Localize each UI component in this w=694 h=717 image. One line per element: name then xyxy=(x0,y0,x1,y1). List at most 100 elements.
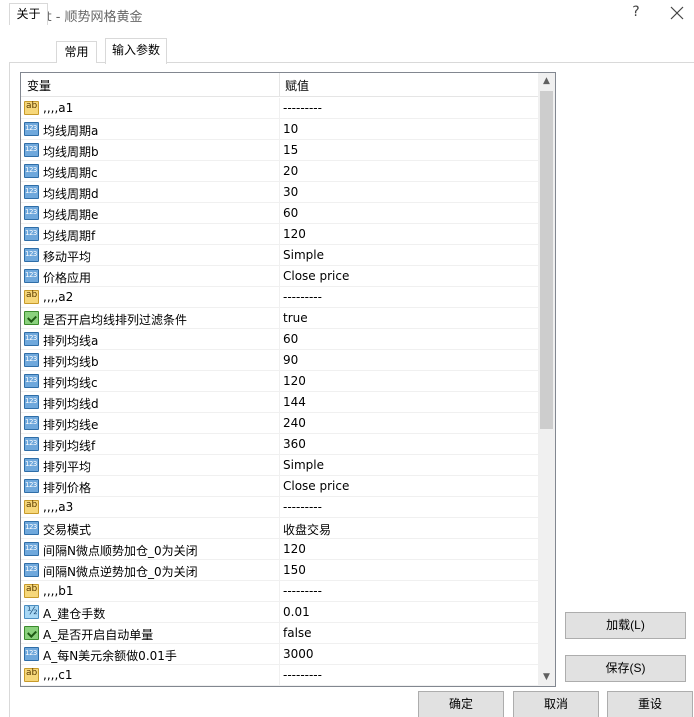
tab-about[interactable]: 关于 xyxy=(9,3,48,25)
scroll-up-arrow-icon[interactable]: ▲ xyxy=(538,73,555,90)
table-row[interactable]: 均线周期f 120 xyxy=(21,224,538,245)
boolean-type-icon xyxy=(24,311,39,325)
row-divider xyxy=(279,560,280,581)
parameter-value[interactable]: true xyxy=(283,311,308,325)
column-divider[interactable] xyxy=(279,73,280,97)
title-bar: Expert - 顺势网格黄金 ? xyxy=(0,0,694,30)
table-row[interactable]: A_建仓手数 0.01 xyxy=(21,602,538,623)
table-row[interactable]: 均线周期d 30 xyxy=(21,182,538,203)
row-divider xyxy=(279,455,280,476)
ok-button[interactable]: 确定 xyxy=(418,691,504,717)
integer-type-icon xyxy=(24,143,39,157)
table-row[interactable]: A_是否开启自动单量 false xyxy=(21,623,538,644)
table-row[interactable]: 排列均线d 144 xyxy=(21,392,538,413)
save-button[interactable]: 保存(S) xyxy=(565,655,686,682)
parameter-value[interactable]: 0.01 xyxy=(283,605,310,619)
column-header-variable[interactable]: 变量 xyxy=(27,77,51,94)
parameter-value[interactable]: --------- xyxy=(283,500,322,514)
table-row[interactable]: 排列价格 Close price xyxy=(21,476,538,497)
column-header-value[interactable]: 赋值 xyxy=(285,77,309,94)
string-type-icon xyxy=(24,101,39,115)
row-divider xyxy=(279,581,280,602)
table-row[interactable]: ,,,,a1 --------- xyxy=(21,98,538,119)
row-divider xyxy=(279,266,280,287)
reset-button[interactable]: 重设 xyxy=(607,691,693,717)
table-row[interactable]: 均线周期b 15 xyxy=(21,140,538,161)
table-row[interactable]: 是否开启均线排列过滤条件 true xyxy=(21,308,538,329)
table-row[interactable]: 间隔N微点顺势加仓_0为关闭 120 xyxy=(21,539,538,560)
parameter-value[interactable]: 360 xyxy=(283,437,306,451)
table-row[interactable]: A_每N美元余额做0.01手 3000 xyxy=(21,644,538,665)
parameter-value[interactable]: 90 xyxy=(283,353,298,367)
parameter-value[interactable]: 120 xyxy=(283,374,306,388)
integer-type-icon xyxy=(24,185,39,199)
parameter-value[interactable]: Close price xyxy=(283,479,349,493)
cancel-button[interactable]: 取消 xyxy=(513,691,599,717)
table-row[interactable]: 均线周期e 60 xyxy=(21,203,538,224)
parameter-value[interactable]: Close price xyxy=(283,269,349,283)
parameter-value[interactable]: false xyxy=(283,626,312,640)
parameter-value[interactable]: --------- xyxy=(283,668,322,682)
table-row[interactable]: 排列平均 Simple xyxy=(21,455,538,476)
scroll-down-arrow-icon[interactable]: ▼ xyxy=(538,669,555,686)
row-divider xyxy=(279,497,280,518)
parameter-value[interactable]: Simple xyxy=(283,458,324,472)
parameter-name: 间隔N微点顺势加仓_0为关闭 xyxy=(43,544,198,558)
parameter-name: 排列价格 xyxy=(43,481,92,495)
table-row[interactable]: 排列均线e 240 xyxy=(21,413,538,434)
parameter-value[interactable]: Simple xyxy=(283,248,324,262)
parameter-value[interactable]: --------- xyxy=(283,101,322,115)
table-row[interactable]: 价格应用 Close price xyxy=(21,266,538,287)
parameter-value[interactable]: 120 xyxy=(283,542,306,556)
parameter-value[interactable]: 10 xyxy=(283,122,298,136)
table-row[interactable]: 交易模式 收盘交易 xyxy=(21,518,538,539)
parameter-name: ,,,,a2 xyxy=(43,290,74,304)
parameter-value[interactable]: 30 xyxy=(283,185,298,199)
parameter-value[interactable]: 120 xyxy=(283,227,306,241)
parameter-value[interactable]: 15 xyxy=(283,143,298,157)
close-button[interactable] xyxy=(666,2,688,24)
parameter-value[interactable]: 150 xyxy=(283,563,306,577)
table-row[interactable]: 排列均线b 90 xyxy=(21,350,538,371)
parameter-value[interactable]: 60 xyxy=(283,206,298,220)
load-button[interactable]: 加载(L) xyxy=(565,612,686,639)
row-divider xyxy=(279,413,280,434)
parameter-name: ,,,,b1 xyxy=(43,584,74,598)
parameter-name: 均线周期d xyxy=(43,187,99,201)
row-divider xyxy=(279,539,280,560)
scrollbar-thumb[interactable] xyxy=(540,91,553,429)
table-row[interactable]: 间隔N微点逆势加仓_0为关闭 150 xyxy=(21,560,538,581)
tab-inputs[interactable]: 输入参数 xyxy=(105,38,167,64)
parameter-value[interactable]: 3000 xyxy=(283,647,314,661)
table-row[interactable]: 排列均线a 60 xyxy=(21,329,538,350)
grid-header: 变量 赋值 xyxy=(21,73,538,97)
parameter-value[interactable]: --------- xyxy=(283,584,322,598)
table-row[interactable]: ,,,,c1 --------- xyxy=(21,665,538,686)
row-divider xyxy=(279,476,280,497)
table-row[interactable]: ,,,,a3 --------- xyxy=(21,497,538,518)
row-divider xyxy=(279,434,280,455)
parameters-grid[interactable]: 变量 赋值 ,,,,a1 --------- 均线周期a 10 均线周期b 15 均线周期c… xyxy=(20,72,556,687)
parameter-value[interactable]: 240 xyxy=(283,416,306,430)
vertical-scrollbar[interactable]: ▲ ▼ xyxy=(538,73,555,686)
integer-type-icon xyxy=(24,269,39,283)
parameter-value[interactable]: 60 xyxy=(283,332,298,346)
table-row[interactable]: 均线周期a 10 xyxy=(21,119,538,140)
integer-type-icon xyxy=(24,353,39,367)
parameter-name: 是否开启均线排列过滤条件 xyxy=(43,313,188,327)
table-row[interactable]: 排列均线f 360 xyxy=(21,434,538,455)
integer-type-icon xyxy=(24,374,39,388)
table-row[interactable]: 排列均线c 120 xyxy=(21,371,538,392)
table-row[interactable]: 移动平均 Simple xyxy=(21,245,538,266)
help-button[interactable]: ? xyxy=(627,4,645,24)
table-row[interactable]: ,,,,b1 --------- xyxy=(21,581,538,602)
parameter-name: 移动平均 xyxy=(43,250,92,264)
table-row[interactable]: 均线周期c 20 xyxy=(21,161,538,182)
parameter-value[interactable]: 144 xyxy=(283,395,306,409)
integer-type-icon xyxy=(24,227,39,241)
table-row[interactable]: ,,,,a2 --------- xyxy=(21,287,538,308)
tab-common[interactable]: 常用 xyxy=(56,41,97,63)
parameter-value[interactable]: 20 xyxy=(283,164,298,178)
parameter-value[interactable]: --------- xyxy=(283,290,322,304)
parameter-value[interactable]: 收盘交易 xyxy=(283,521,331,538)
